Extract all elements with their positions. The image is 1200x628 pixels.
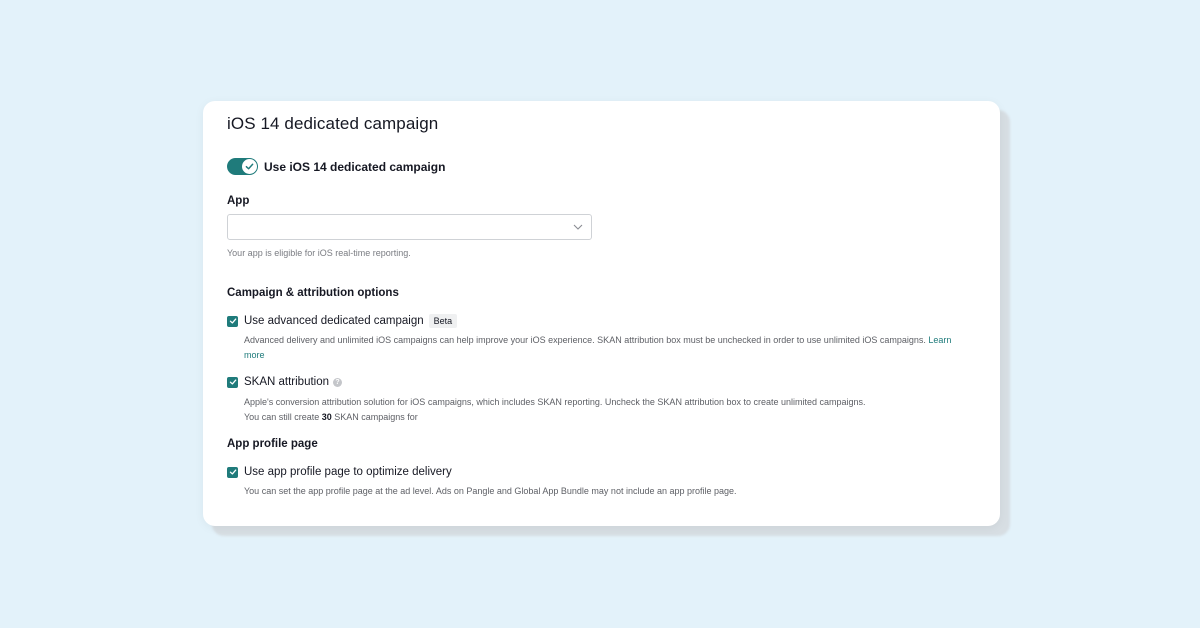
learn-more-link-part2[interactable]: more [244, 350, 265, 360]
skan-desc-text: Apple's conversion attribution solution … [244, 397, 866, 407]
check-icon [229, 469, 236, 475]
skan-remaining-text: You can still create 30 SKAN campaigns f… [244, 410, 984, 425]
check-icon [229, 318, 236, 324]
toggle-knob [242, 159, 257, 174]
advanced-campaign-label: Use advanced dedicated campaign [244, 315, 424, 327]
check-icon [229, 379, 236, 385]
advanced-campaign-checkbox[interactable] [227, 315, 238, 327]
campaign-options-heading: Campaign & attribution options [227, 287, 399, 299]
app-profile-label: Use app profile page to optimize deliver… [244, 466, 452, 478]
app-profile-heading: App profile page [227, 438, 318, 450]
settings-card: iOS 14 dedicated campaign Use iOS 14 ded… [203, 101, 1000, 526]
skan-attribution-checkbox[interactable] [227, 376, 238, 388]
app-label: App [227, 195, 250, 207]
skan-attribution-option[interactable]: SKAN attribution ? [227, 376, 343, 388]
toggle-label: Use iOS 14 dedicated campaign [264, 159, 446, 174]
card-title: iOS 14 dedicated campaign [227, 114, 439, 133]
learn-more-link-part1[interactable]: Learn [928, 335, 951, 345]
app-profile-description: You can set the app profile page at the … [244, 486, 737, 496]
skan-remaining-count: 30 [321, 412, 332, 422]
app-select[interactable] [227, 214, 592, 240]
skan-attribution-description: Apple's conversion attribution solution … [244, 395, 984, 425]
app-profile-checkbox[interactable] [227, 466, 238, 478]
dedicated-campaign-toggle-row[interactable]: Use iOS 14 dedicated campaign [227, 158, 445, 175]
skan-attribution-label: SKAN attribution [244, 376, 330, 388]
dedicated-campaign-toggle[interactable] [227, 158, 258, 175]
chevron-down-icon [573, 224, 583, 230]
skan-remaining-prefix: You can still create [244, 412, 320, 422]
help-icon[interactable]: ? [333, 377, 343, 387]
advanced-campaign-desc-text: Advanced delivery and unlimited iOS camp… [244, 335, 929, 345]
beta-badge: Beta [428, 314, 458, 328]
check-icon [245, 163, 254, 170]
app-profile-option[interactable]: Use app profile page to optimize deliver… [227, 466, 452, 478]
app-helper-text: Your app is eligible for iOS real-time r… [227, 248, 411, 258]
advanced-campaign-description: Advanced delivery and unlimited iOS camp… [244, 333, 984, 363]
advanced-campaign-option[interactable]: Use advanced dedicated campaign Beta [227, 314, 458, 328]
skan-remaining-suffix: SKAN campaigns for [334, 412, 418, 422]
